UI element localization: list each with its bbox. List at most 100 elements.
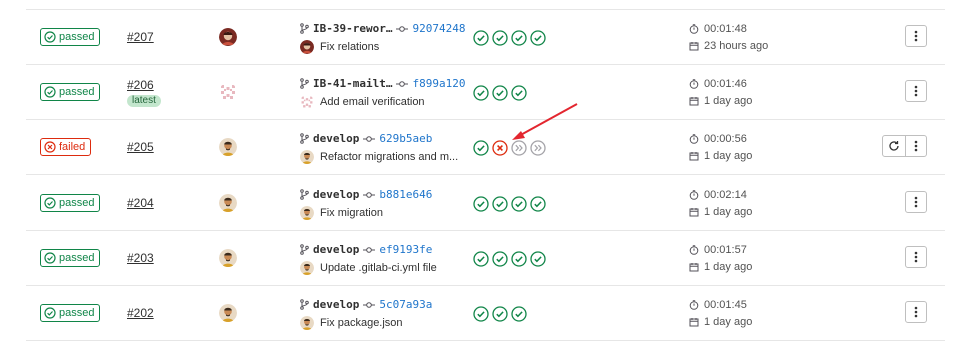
kebab-icon [914,30,918,42]
finished-at: 1 day ago [689,261,752,273]
stage-success-icon[interactable] [473,306,489,322]
status-failed-icon [44,141,56,153]
branch-link[interactable]: develop [313,188,359,201]
status-badge[interactable]: passed [40,83,101,101]
stage-success-icon[interactable] [492,251,508,267]
finished-value: 1 day ago [704,150,753,162]
commit-message-link[interactable]: Add email verification [320,96,425,108]
finished-at: 1 day ago [689,206,752,218]
pipeline-id-link[interactable]: #205 [127,140,154,154]
status-badge[interactable]: passed [40,304,101,322]
stage-success-icon[interactable] [473,196,489,212]
more-actions-button[interactable] [905,191,927,213]
stage-success-icon[interactable] [530,30,546,46]
user-avatar[interactable] [219,83,237,101]
timer-icon [689,79,699,89]
pipeline-id-link[interactable]: #204 [127,196,154,210]
commit-message-link[interactable]: Fix package.json [320,317,403,329]
more-actions-button[interactable] [905,135,927,157]
commit-message-line: Fix relations [300,40,379,54]
calendar-icon [689,151,699,161]
commit-sha-link[interactable]: 92074248 [412,22,465,35]
stage-success-icon[interactable] [511,30,527,46]
more-actions-button[interactable] [905,246,927,268]
commit-author-avatar[interactable] [300,206,314,220]
status-badge[interactable]: failed [40,138,92,156]
commit-message-link[interactable]: Refactor migrations and m... [320,151,458,163]
user-avatar[interactable] [219,138,237,156]
finished-at: 1 day ago [689,150,752,162]
stage-success-icon[interactable] [492,85,508,101]
commit-author-avatar[interactable] [300,150,314,164]
branch-link[interactable]: develop [313,298,359,311]
branch-link[interactable]: develop [313,243,359,256]
user-avatar[interactable] [219,249,237,267]
stage-success-icon[interactable] [530,251,546,267]
duration: 00:01:48 [689,23,747,35]
branch-link[interactable]: develop [313,132,359,145]
duration-value: 00:01:48 [704,23,747,35]
stage-success-icon[interactable] [511,306,527,322]
duration-value: 00:01:45 [704,299,747,311]
more-actions-button[interactable] [905,301,927,323]
status-badge[interactable]: passed [40,194,101,212]
kebab-icon [914,140,918,152]
commit-message-link[interactable]: Fix migration [320,207,383,219]
commit-author-avatar[interactable] [300,316,314,330]
stage-skipped-icon[interactable] [530,140,546,156]
more-actions-button[interactable] [905,80,927,102]
calendar-icon [689,207,699,217]
user-avatar[interactable] [219,28,237,46]
status-passed-icon [44,86,56,98]
calendar-icon [689,262,699,272]
pipeline-stages [473,30,546,46]
branch-link[interactable]: IB-41-mailt… [313,77,392,90]
finished-value: 1 day ago [704,261,753,273]
pipeline-id-link[interactable]: #202 [127,306,154,320]
commit-message-link[interactable]: Update .gitlab-ci.yml file [320,262,437,274]
commit-sha-link[interactable]: b881e646 [379,188,432,201]
commit-message-line: Refactor migrations and m... [300,150,458,164]
commit-message-line: Fix package.json [300,316,403,330]
timer-icon [689,245,699,255]
table-row: passed #203 develop ef9193fe Update .git… [0,231,975,286]
pipeline-id-link[interactable]: #203 [127,251,154,265]
commit-sha-link[interactable]: 629b5aeb [379,132,432,145]
stage-success-icon[interactable] [511,85,527,101]
commit-ref: IB-39-rewor… 92074248 [300,22,465,35]
commit-author-avatar[interactable] [300,261,314,275]
stage-success-icon[interactable] [530,196,546,212]
stage-success-icon[interactable] [473,140,489,156]
stage-success-icon[interactable] [473,30,489,46]
commit-sha-link[interactable]: ef9193fe [379,243,432,256]
stage-failed-icon[interactable] [492,140,508,156]
more-actions-button[interactable] [905,25,927,47]
branch-icon [300,78,309,89]
pipeline-id-link[interactable]: #207 [127,30,154,44]
commit-message-link[interactable]: Fix relations [320,41,379,53]
commit-sha-link[interactable]: f899a120 [412,77,465,90]
timer-icon [689,300,699,310]
stage-success-icon[interactable] [473,85,489,101]
stage-success-icon[interactable] [492,196,508,212]
stage-skipped-icon[interactable] [511,140,527,156]
commit-sha-link[interactable]: 5c07a93a [379,298,432,311]
retry-button[interactable] [882,135,906,157]
pipeline-id-link[interactable]: #206 [127,78,154,92]
table-row: passed #206 latest IB-41-mailt… f899a120… [0,65,975,120]
duration: 00:00:56 [689,133,747,145]
user-avatar[interactable] [219,304,237,322]
stage-success-icon[interactable] [492,306,508,322]
commit-author-avatar[interactable] [300,40,314,54]
status-badge[interactable]: passed [40,249,101,267]
stage-success-icon[interactable] [492,30,508,46]
commit-author-avatar[interactable] [300,95,314,109]
stage-success-icon[interactable] [511,196,527,212]
commit-icon [363,246,376,254]
retry-icon [888,140,900,152]
branch-link[interactable]: IB-39-rewor… [313,22,392,35]
status-badge[interactable]: passed [40,28,101,46]
stage-success-icon[interactable] [511,251,527,267]
stage-success-icon[interactable] [473,251,489,267]
user-avatar[interactable] [219,194,237,212]
